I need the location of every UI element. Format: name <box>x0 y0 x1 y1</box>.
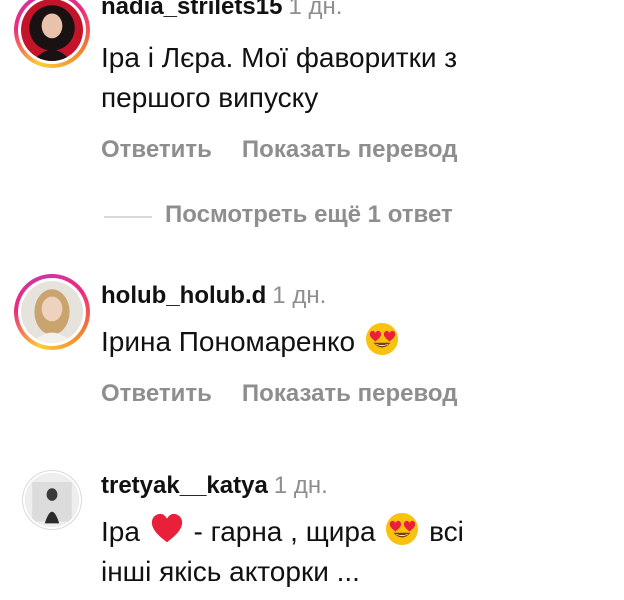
view-replies-button[interactable]: Посмотреть ещё 1 ответ <box>165 201 453 229</box>
comment-time: 1 дн. <box>288 0 343 20</box>
comment-text: Іра - гарна , щира всі інші якісь акторк… <box>101 512 601 592</box>
reply-button[interactable]: Ответить <box>101 136 212 163</box>
comment-time: 1 дн. <box>273 472 328 499</box>
comment-text: Іра і Лєра. Мої фаворитки з першого випу… <box>101 42 458 113</box>
comment-text: Ірина Пономаренко <box>101 322 601 362</box>
comment-holub: holub_holub.d 1 дн. Ірина Пономаренко Отв… <box>0 274 624 424</box>
red-heart-emoji <box>150 512 184 546</box>
heart-eyes-emoji <box>385 512 419 546</box>
avatar[interactable] <box>22 470 82 530</box>
comment-tretyak: tretyak__katya 1 дн. Іра - гарна , щира в… <box>0 460 624 600</box>
comment-nadia: nadia_strilets15 1 дн. Іра і Лєра. Мої фа… <box>0 0 624 195</box>
heart-eyes-emoji <box>365 322 399 356</box>
show-translation-button[interactable]: Показать перевод <box>242 380 458 407</box>
show-translation-button[interactable]: Показать перевод <box>242 136 458 163</box>
avatar-photo <box>21 0 83 61</box>
reply-button[interactable]: Ответить <box>101 380 212 407</box>
avatar[interactable] <box>14 0 90 68</box>
username[interactable]: holub_holub.d <box>101 282 266 309</box>
replies-divider <box>104 216 152 218</box>
username[interactable]: tretyak__katya <box>101 472 268 499</box>
avatar-photo <box>23 471 81 529</box>
avatar-photo <box>21 281 83 343</box>
avatar[interactable] <box>14 274 90 350</box>
username[interactable]: nadia_strilets15 <box>101 0 282 20</box>
comment-time: 1 дн. <box>272 282 327 309</box>
